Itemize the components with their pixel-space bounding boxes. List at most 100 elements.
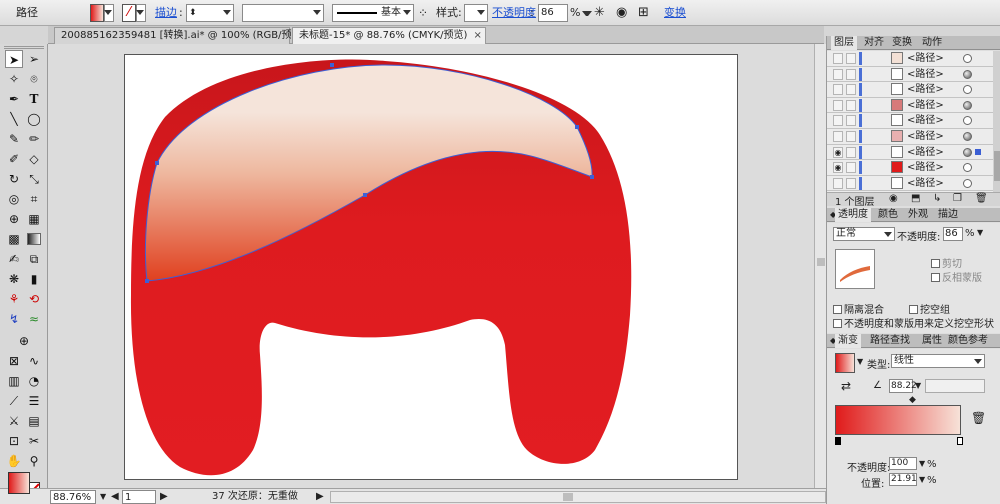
slice-tool-icon[interactable]: ⊠ (5, 352, 23, 370)
width-tool-icon[interactable]: ≈ (25, 310, 43, 328)
live-paint-selection-tool-icon[interactable]: ⟲ (25, 290, 43, 308)
warp-wave-tool-icon[interactable]: ∿ (25, 352, 43, 370)
target-circle-icon[interactable] (963, 163, 972, 173)
tab-layers[interactable]: 图层 (831, 36, 857, 50)
artboard-tool-icon[interactable]: ⊡ (5, 432, 23, 450)
layer-row[interactable]: <路径> (827, 113, 993, 129)
delete-layer-icon[interactable]: 🗑 (975, 193, 988, 204)
lock-toggle[interactable] (846, 177, 856, 189)
line-tool-icon[interactable]: ╲ (5, 110, 23, 128)
midpoint-diamond-icon[interactable]: ◆ (909, 395, 916, 405)
grid-icon[interactable]: ⁘ (418, 4, 428, 22)
delete-stop-icon[interactable]: 🗑 (971, 411, 986, 425)
visibility-eye-icon[interactable]: ◉ (833, 146, 843, 158)
artboard-number-field[interactable]: 1 (122, 490, 156, 504)
line-graph-icon[interactable]: ⟋ (5, 392, 23, 410)
visibility-eye-icon[interactable] (833, 99, 843, 111)
clip-checkbox[interactable]: 剪切 (931, 255, 962, 270)
transparency-thumbnail[interactable] (835, 249, 875, 289)
free-transform-tool-icon[interactable]: ⌗ (25, 190, 43, 208)
location-field[interactable]: 21.91 (889, 473, 917, 486)
perspective-grid-tool-icon[interactable]: ▦ (25, 210, 43, 228)
chevron-down-icon[interactable]: ▼ (857, 357, 863, 366)
direct-selection-tool-icon[interactable]: ➢ (25, 50, 43, 68)
opacity-dropdown-arrow[interactable] (582, 11, 592, 16)
tab-color[interactable]: 颜色 (875, 208, 901, 222)
live-paint-tool-icon[interactable]: ⚘ (5, 290, 23, 308)
layer-row[interactable]: <路径> (827, 129, 993, 145)
symbol-sprayer-tool-icon[interactable]: ❋ (5, 270, 23, 288)
vertical-scrollbar[interactable] (814, 44, 826, 488)
status-menu-icon[interactable]: ▶ (316, 490, 324, 504)
fill-color-icon[interactable] (8, 472, 30, 494)
rotate-tool-icon[interactable]: ↻ (5, 170, 23, 188)
scroll-thumb[interactable] (563, 493, 573, 501)
list-icon[interactable]: ☰ (25, 392, 43, 410)
grip-handle[interactable] (4, 46, 44, 49)
opacity-mask-checkbox[interactable]: 不透明度和蒙版用来定义挖空形状 (833, 315, 994, 330)
new-layer-icon[interactable]: ❐ (953, 193, 962, 204)
visibility-eye-icon[interactable] (833, 84, 843, 96)
mesh-tool-icon[interactable]: ▩ (5, 230, 23, 248)
tab-document-2[interactable]: 未标题-15* @ 88.76% (CMYK/预览) × (292, 27, 486, 44)
layer-name[interactable]: <路径> (907, 98, 944, 113)
layer-name[interactable]: <路径> (907, 113, 944, 128)
scale-tool-icon[interactable]: ⤡ (25, 170, 43, 188)
column-graph-tool-icon[interactable]: ▮ (25, 270, 43, 288)
tab-align[interactable]: 对齐 (861, 36, 887, 50)
layer-name[interactable]: <路径> (907, 82, 944, 97)
gradient-swatch[interactable] (835, 353, 855, 373)
shape-builder-tool-icon[interactable]: ⊕ (5, 210, 23, 228)
target-circle-icon[interactable] (963, 147, 972, 157)
chart-tool-icon[interactable]: ▤ (25, 412, 43, 430)
lock-toggle[interactable] (846, 53, 856, 64)
target-circle-icon[interactable] (963, 54, 972, 63)
pencil-tool-icon[interactable]: ✏ (25, 130, 43, 148)
gradient-stop-right[interactable] (957, 437, 963, 445)
layer-row[interactable]: ◉ <路径> (827, 160, 993, 176)
brush-definition[interactable]: 基本 (332, 4, 414, 22)
locate-object-icon[interactable]: ◉ (889, 193, 898, 204)
magic-wand-tool-icon[interactable]: ✧ (5, 70, 23, 88)
tab-transparency[interactable]: 透明度 (835, 208, 871, 222)
tab-gradient[interactable]: 渐变 (835, 334, 861, 348)
lock-toggle[interactable] (846, 162, 856, 174)
close-icon[interactable]: × (473, 30, 481, 41)
layer-name[interactable]: <路径> (907, 160, 944, 175)
visibility-eye-icon[interactable]: ◉ (833, 162, 843, 174)
pie-graph-icon[interactable]: ◔ (25, 372, 43, 390)
tab-actions[interactable]: 动作 (919, 36, 945, 50)
blob-brush-tool-icon[interactable]: ✐ (5, 150, 23, 168)
artboard-crosshair-icon[interactable]: ⊕ (15, 332, 33, 350)
target-circle-icon[interactable] (963, 178, 972, 188)
layer-row[interactable]: <路径> (827, 51, 993, 67)
aspect-ratio-field[interactable] (925, 379, 985, 393)
scroll-thumb[interactable] (817, 258, 825, 266)
angle-field[interactable]: 88.22 (889, 379, 917, 393)
fill-dropdown[interactable] (104, 4, 114, 22)
target-circle-icon[interactable] (963, 69, 972, 79)
layers-scrollbar[interactable] (993, 51, 1000, 192)
blend-tool-icon[interactable]: ⧉ (25, 250, 43, 268)
hand-tool-icon[interactable]: ✋ (5, 452, 23, 470)
tab-color-guide[interactable]: 颜色参考 (945, 334, 991, 348)
scissors-tool-icon[interactable]: ✂ (25, 432, 43, 450)
tab-stroke[interactable]: 描边 (935, 208, 961, 222)
tab-document-1[interactable]: 200885162359481 [转换].ai* @ 100% (RGB/预览)… (54, 27, 320, 44)
gradient-slider[interactable] (835, 405, 961, 435)
zoom-field[interactable]: 88.76% (50, 490, 96, 504)
visibility-eye-icon[interactable] (833, 131, 843, 142)
lock-toggle[interactable] (846, 68, 856, 80)
shaper-tool-icon[interactable]: ↯ (5, 310, 23, 328)
eraser-tool-icon[interactable]: ◇ (25, 150, 43, 168)
transform-link[interactable]: 变换 (664, 4, 686, 22)
reverse-gradient-icon[interactable]: ⇄ (841, 379, 851, 393)
layer-row[interactable]: <路径> (827, 66, 993, 83)
recolor-icon[interactable]: ✳ (594, 4, 605, 22)
visibility-eye-icon[interactable] (833, 68, 843, 80)
opacity-field[interactable]: 86 (538, 4, 568, 22)
scroll-thumb[interactable] (994, 151, 1000, 181)
bar-graph-icon[interactable]: ▥ (5, 372, 23, 390)
layer-name[interactable]: <路径> (907, 129, 944, 144)
eyedropper-tool-icon[interactable]: ✍ (5, 250, 23, 268)
